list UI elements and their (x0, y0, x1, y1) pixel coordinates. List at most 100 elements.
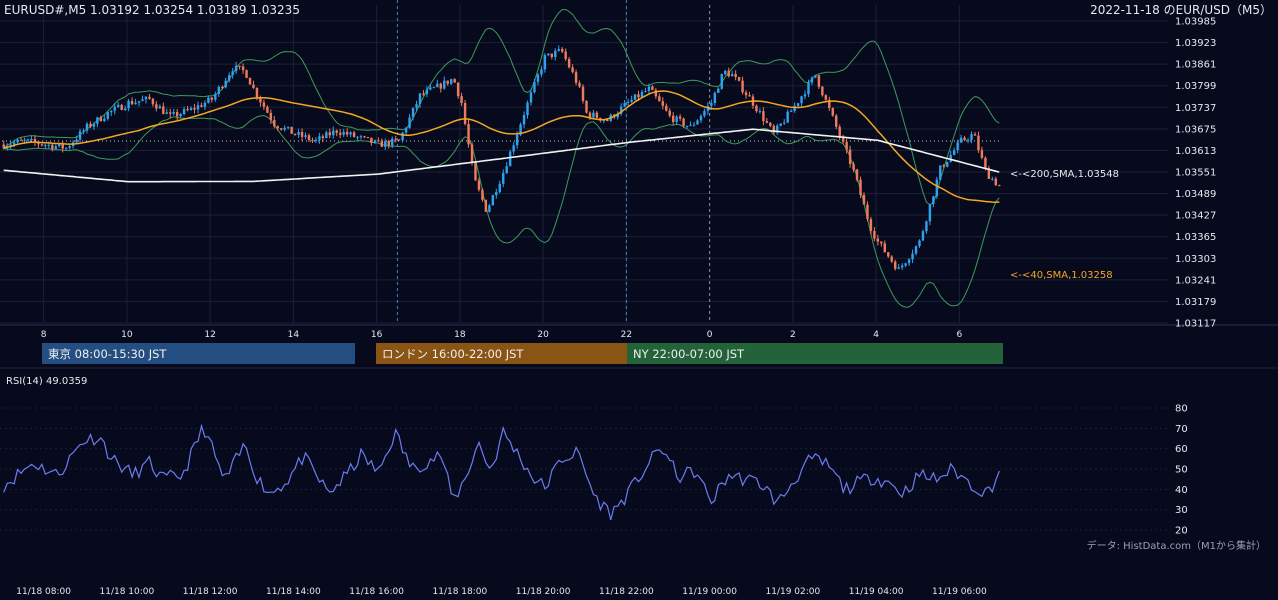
candle-body (710, 103, 713, 106)
candle-body (460, 96, 463, 104)
candle-body (443, 80, 446, 89)
candle-body (23, 139, 26, 141)
candle-body (47, 144, 51, 146)
candle-body (148, 96, 151, 99)
candle-body (671, 115, 675, 123)
candle-body (540, 69, 543, 75)
candle-body (786, 111, 789, 123)
candle-body (689, 124, 692, 126)
candle-body (977, 135, 980, 151)
candle-body (491, 195, 495, 206)
hour-tick-label: 12 (204, 330, 215, 340)
candle-body (328, 132, 332, 136)
candle-body (422, 93, 425, 95)
candle-body (16, 139, 19, 143)
datetime-tick-label: 11/18 18:00 (433, 587, 488, 597)
hour-tick-label: 6 (957, 330, 963, 340)
candle-body (293, 133, 297, 135)
candle-body (404, 127, 408, 133)
candle-body (668, 110, 671, 116)
price-axis: 1.03985 1.03923 1.03861 1.03799 1.03737 1.036… (1175, 17, 1216, 330)
candle-body (227, 75, 231, 81)
candle-body (78, 131, 82, 140)
candle-body (741, 80, 744, 93)
candle-body (911, 253, 914, 260)
candle-body (675, 116, 678, 123)
rsi-series (3, 423, 1000, 521)
candle-body (432, 87, 436, 89)
candle-body (748, 95, 751, 97)
candle-body (647, 86, 651, 91)
candle-body (425, 89, 429, 95)
candle-body (880, 241, 883, 244)
candle-body (678, 116, 682, 119)
candle-body (536, 74, 540, 82)
candle-body (789, 111, 793, 113)
candle-body (64, 147, 68, 149)
candle-body (665, 105, 668, 111)
candle-body (890, 256, 893, 262)
price-tick-label: 1.03551 (1175, 168, 1216, 179)
candle-body (838, 126, 841, 137)
rsi-axis: 80 70 60 50 40 30 20 (1175, 404, 1188, 537)
candle-body (682, 118, 685, 126)
candle-body (273, 119, 276, 127)
candle-body (280, 128, 283, 130)
price-tick-label: 1.03179 (1175, 297, 1216, 308)
candle-body (387, 140, 390, 146)
candle-body (394, 138, 397, 140)
candle-body (456, 82, 460, 97)
candle-body (973, 134, 977, 136)
candle-body (82, 130, 85, 132)
candle-body (338, 132, 342, 135)
candle-body (495, 192, 498, 196)
candle-body (765, 121, 769, 123)
candle-body (248, 77, 252, 85)
candle-body (172, 112, 175, 114)
candle-body (106, 112, 110, 119)
candle-body (481, 189, 484, 200)
candle-body (418, 93, 422, 105)
candle-body (554, 50, 557, 57)
candle-body (529, 92, 533, 103)
hour-tick-label: 2 (790, 330, 796, 340)
candle-body (637, 94, 640, 98)
candle-body (831, 108, 834, 116)
candle-body (193, 107, 196, 110)
datetime-tick-label: 11/19 02:00 (766, 587, 821, 597)
candle-body (182, 109, 186, 114)
candle-body (935, 179, 939, 197)
moving-averages: <-<200,SMA,1.03548 <-<40,SMA,1.03258 (3, 90, 1119, 281)
candle-body (571, 67, 574, 73)
hour-tick-label: 22 (621, 330, 632, 340)
candle-body (266, 106, 269, 113)
datetime-tick-label: 11/18 14:00 (266, 587, 321, 597)
candle-body (855, 169, 859, 180)
candle-body (439, 83, 443, 89)
candle-body (651, 86, 654, 91)
candle-body (224, 80, 227, 88)
candle-body (508, 151, 512, 167)
price-tick-label: 1.03427 (1175, 211, 1216, 222)
hour-tick-label: 4 (873, 330, 879, 340)
candle-body (779, 123, 782, 126)
candle-body (581, 86, 585, 101)
candle-body (713, 92, 717, 104)
candle-body (595, 112, 599, 118)
candle-body (449, 79, 453, 84)
candle-body (720, 74, 723, 89)
candle-body (207, 97, 210, 103)
candle-body (900, 265, 904, 268)
rsi-label: RSI(14) 49.0359 (6, 376, 87, 387)
datetime-tick-label: 11/18 08:00 (16, 587, 71, 597)
candle-body (578, 82, 581, 87)
candle-body (661, 101, 665, 106)
hour-tick-label: 10 (121, 330, 133, 340)
candle-body (352, 132, 356, 137)
candle-body (262, 102, 266, 107)
candle-body (44, 145, 47, 147)
candle-body (203, 102, 207, 107)
candle-body (824, 95, 828, 100)
datetime-tick-label: 11/19 06:00 (932, 587, 987, 597)
candle-body (724, 70, 727, 75)
